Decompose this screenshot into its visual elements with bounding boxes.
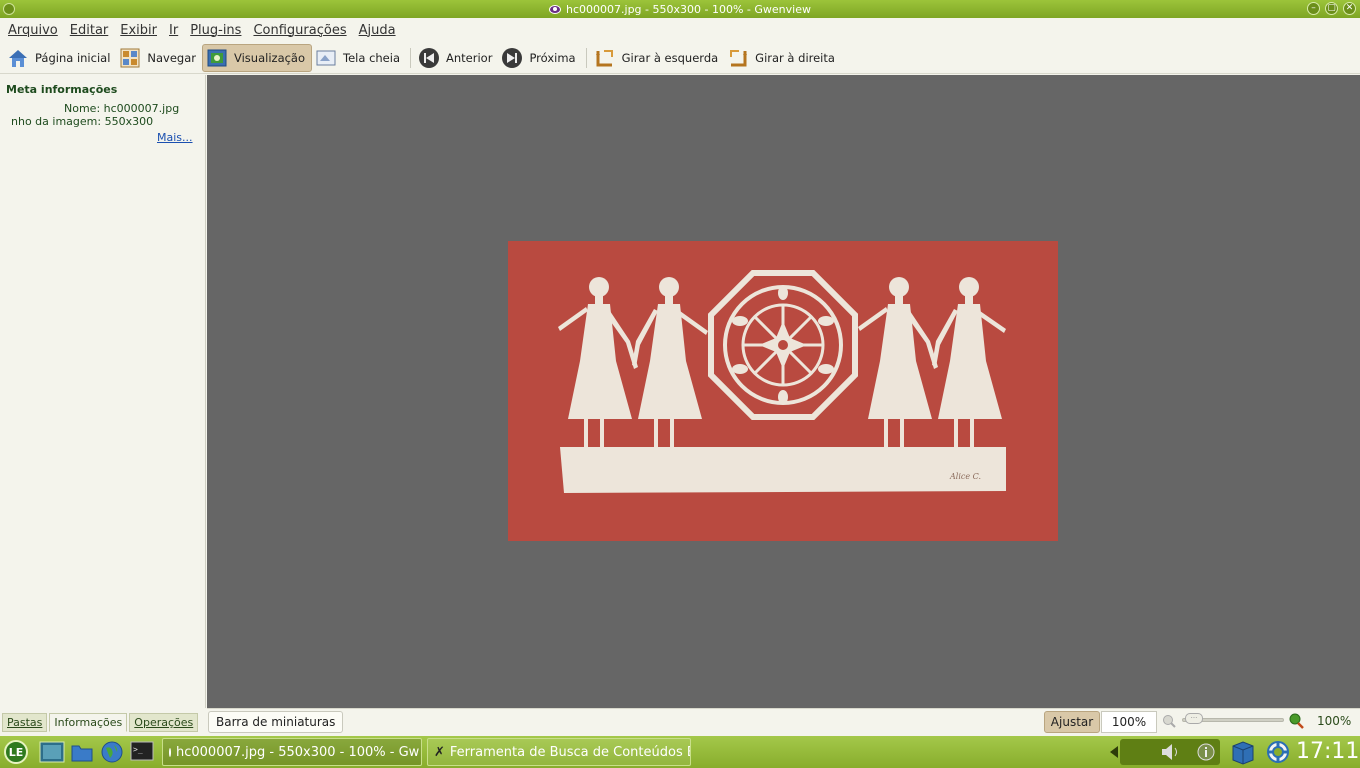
tab-operacoes[interactable]: Operações — [129, 713, 199, 732]
minimize-button[interactable]: – — [1307, 2, 1320, 15]
browse-grid-icon — [120, 48, 140, 67]
next-icon — [502, 47, 523, 68]
browser-launcher[interactable] — [98, 738, 126, 766]
view-label: Visualização — [234, 50, 306, 65]
toolbar-separator — [585, 47, 587, 68]
meta-name: Nome: hc000007.jpg — [64, 102, 180, 115]
window-titlebar[interactable]: hc000007.jpg - 550x300 - 100% - Gwenview… — [0, 0, 1360, 18]
next-label: Próxima — [529, 50, 576, 65]
taskbar-item-label: hc000007.jpg - 550x300 - 100% - Gw — [176, 744, 420, 760]
clock[interactable]: 17:11 — [1296, 739, 1359, 764]
browse-label: Navegar — [147, 50, 196, 65]
previous-label: Anterior — [446, 50, 493, 65]
file-manager-launcher[interactable] — [68, 738, 96, 766]
paper-cut-artwork: Alice C. — [558, 270, 1006, 493]
browse-button[interactable]: Navegar — [116, 44, 202, 72]
zoom-percent-field[interactable]: 100% — [1101, 711, 1157, 733]
rotate-right-icon — [730, 49, 748, 66]
rotate-left-button[interactable]: Girar à esquerda — [591, 44, 725, 72]
rotate-right-button[interactable]: Girar à direita — [724, 44, 841, 72]
le-logo-icon: LE — [4, 740, 28, 764]
zoom-in-icon[interactable] — [1288, 713, 1304, 729]
rotate-right-label: Girar à direita — [755, 50, 835, 65]
window-controls: – ▢ ✕ — [1307, 2, 1356, 15]
fullscreen-icon — [316, 50, 336, 65]
help-lifebuoy-icon[interactable] — [1266, 740, 1290, 764]
globe-icon — [101, 741, 123, 763]
taskbar-item-gwenview[interactable]: hc000007.jpg - 550x300 - 100% - Gw — [162, 738, 422, 766]
system-tray — [1120, 739, 1220, 765]
desktop-icon — [39, 741, 65, 763]
terminal-launcher[interactable]: >_ — [128, 738, 156, 766]
artwork-signature: Alice C. — [949, 472, 981, 481]
main-toolbar: Página inicial Navegar Visualização Tela… — [0, 42, 1360, 74]
close-button[interactable]: ✕ — [1343, 2, 1356, 15]
image-viewer[interactable]: Alice C. — [207, 75, 1360, 708]
rotate-left-label: Girar à esquerda — [621, 50, 719, 65]
rotate-left-icon — [595, 49, 613, 66]
zoom-fit-button[interactable]: Ajustar — [1044, 711, 1100, 733]
previous-button[interactable]: Anterior — [415, 44, 498, 72]
displayed-image: Alice C. — [508, 241, 1058, 541]
zoom-slider-handle[interactable]: ··· — [1185, 713, 1203, 724]
menu-ajuda[interactable]: Ajuda — [353, 23, 402, 38]
terminal-icon: >_ — [130, 741, 154, 761]
taskbar-item-search-tool[interactable]: ✗ Ferramenta de Busca de Conteúdos Ec — [427, 738, 691, 766]
maximize-button[interactable]: ▢ — [1325, 2, 1338, 15]
next-button[interactable]: Próxima — [498, 44, 581, 72]
zoom-out-icon[interactable] — [1162, 714, 1176, 728]
home-button[interactable]: Página inicial — [4, 44, 116, 72]
home-label: Página inicial — [35, 50, 111, 65]
menu-editar[interactable]: Editar — [64, 23, 115, 38]
start-menu-button[interactable]: LE — [2, 738, 30, 766]
view-button[interactable]: Visualização — [202, 43, 313, 72]
zoom-level-label: 100% — [1317, 714, 1352, 728]
taskbar: LE >_ hc000007.jpg - 550x300 - 100% - Gw… — [0, 736, 1360, 768]
tray-collapse-arrow-icon[interactable] — [1108, 744, 1120, 760]
tab-informacoes[interactable]: Informações — [49, 713, 128, 732]
statusbar: Barra de miniaturas Ajustar 100% ··· 100… — [207, 708, 1360, 734]
home-icon — [9, 49, 27, 67]
folder-icon — [71, 745, 93, 762]
menubar: Arquivo Editar Exibir Ir Plug-ins Config… — [0, 18, 1360, 42]
meta-image-size: nho da imagem: 550x300 — [11, 115, 154, 128]
package-manager-icon[interactable] — [1230, 739, 1256, 765]
menu-ir[interactable]: Ir — [163, 23, 184, 38]
view-image-icon — [207, 49, 227, 66]
sidebar-tabs: Pastas Informações Operações — [0, 710, 206, 732]
previous-icon — [419, 47, 440, 68]
tab-pastas[interactable]: Pastas — [2, 713, 48, 732]
info-icon[interactable] — [1196, 742, 1216, 762]
window-menu-icon[interactable] — [3, 3, 15, 15]
gwenview-icon — [549, 4, 562, 14]
menu-exibir[interactable]: Exibir — [114, 23, 163, 38]
menu-arquivo[interactable]: Arquivo — [2, 23, 64, 38]
menu-plugins[interactable]: Plug-ins — [184, 23, 247, 38]
meta-more-link[interactable]: Mais... — [157, 131, 193, 144]
fullscreen-label: Tela cheia — [343, 50, 401, 65]
toolbar-separator — [410, 47, 412, 68]
window-title: hc000007.jpg - 550x300 - 100% - Gwenview — [566, 2, 811, 16]
search-tool-task-icon: ✗ — [434, 744, 445, 760]
window-title-group: hc000007.jpg - 550x300 - 100% - Gwenview — [549, 3, 811, 16]
show-desktop-button[interactable] — [38, 738, 66, 766]
volume-icon[interactable] — [1160, 742, 1182, 762]
thumbnail-bar-button[interactable]: Barra de miniaturas — [208, 711, 344, 733]
menu-configuracoes[interactable]: Configurações — [247, 23, 352, 38]
sidebar: Meta informações Nome: hc000007.jpg nho … — [0, 75, 206, 708]
fullscreen-button[interactable]: Tela cheia — [312, 44, 406, 72]
taskbar-item-label: Ferramenta de Busca de Conteúdos Ec — [449, 744, 691, 760]
meta-info-title: Meta informações — [6, 83, 118, 96]
gwenview-task-icon — [169, 747, 171, 757]
svg-text:>_: >_ — [133, 745, 143, 754]
